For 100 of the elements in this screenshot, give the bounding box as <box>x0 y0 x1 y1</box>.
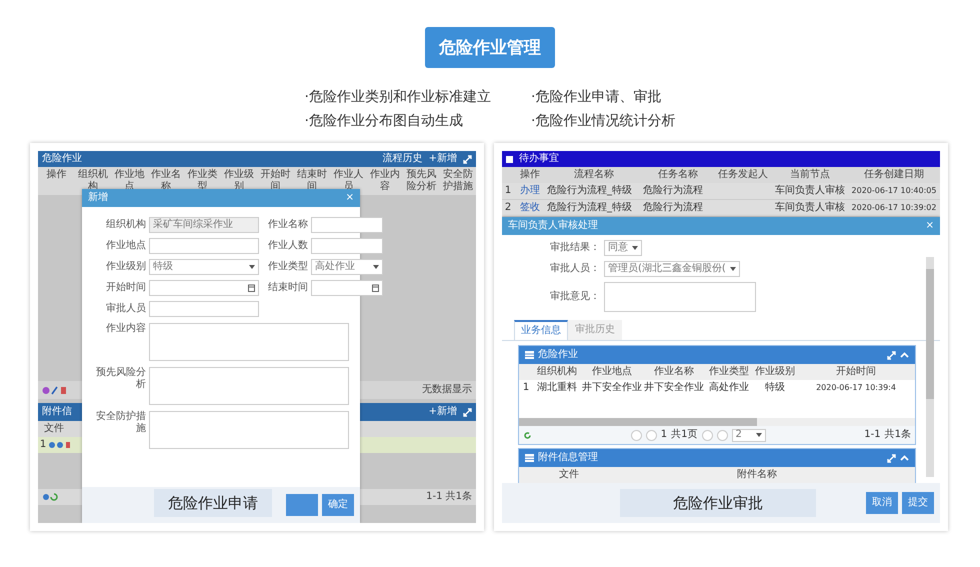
readonly-field[interactable]: 采矿车间综采作业 <box>149 217 259 233</box>
panel-title: 附件信息管理 <box>538 452 598 464</box>
field-label: 审批结果： <box>549 242 600 254</box>
table-cell-text: 车间负责人审核 <box>774 200 846 215</box>
close-button[interactable]: × <box>926 220 934 232</box>
last-page-button[interactable] <box>716 430 728 440</box>
row-action-link[interactable]: 签收 <box>514 200 546 216</box>
text-area[interactable] <box>149 367 349 405</box>
table-cell-text: 2020-06-17 10:39:4 <box>815 382 897 394</box>
close-button[interactable]: × <box>346 192 354 204</box>
dialog-button[interactable]: 取消 <box>866 492 898 514</box>
feature-item: ·危险作业分布图自动生成 <box>304 112 464 130</box>
field-label: 作业类型 <box>267 261 308 273</box>
field-label: 作业级别 <box>105 261 146 273</box>
text-area[interactable] <box>149 323 349 361</box>
column-header: 作业地点 <box>591 364 633 379</box>
table-cell-text: 危险行为流程 <box>642 184 704 198</box>
table-cell-text: 2020-06-17 10:40:05 <box>850 185 938 198</box>
table-cell-text: 危险行为流程_特级 <box>546 200 633 215</box>
column-header: 组织机构 <box>536 364 578 379</box>
table-cell-text: 危险行为流程_特级 <box>546 184 633 198</box>
table-cell-text: 井下安全作业 <box>643 380 705 395</box>
text-area[interactable] <box>604 282 756 312</box>
select-field[interactable]: 高处作业 <box>311 259 383 275</box>
previous-page-button[interactable] <box>646 430 657 440</box>
table-cell-text: 危险行为流程 <box>642 200 704 215</box>
dialog-title: 新增 <box>88 192 108 204</box>
panel-title: 附件信 <box>42 406 72 418</box>
page-size-select[interactable]: 2 <box>732 428 766 442</box>
column-header: 任务创建日期 <box>863 168 925 182</box>
toolbar-button[interactable]: +新增 <box>428 153 457 165</box>
row-number: 1 <box>504 184 512 198</box>
add-button[interactable]: +新增 <box>428 406 457 418</box>
date-field[interactable] <box>311 280 383 296</box>
table-cell-text: 高处作业 <box>708 380 750 395</box>
row-action-icons[interactable] <box>48 441 72 449</box>
caret-icon <box>373 265 379 269</box>
page-count: 共1页 <box>671 429 698 441</box>
field-label: 结束时间 <box>267 282 308 294</box>
column-header: 安全防护措施 <box>442 168 474 194</box>
caption: 危险作业审批 <box>620 489 816 517</box>
record-range: 1-1 <box>864 429 881 441</box>
feature-item: ·危险作业类别和作业标准建立 <box>304 88 491 106</box>
caret-icon <box>249 265 255 269</box>
expand-icon[interactable] <box>887 454 896 462</box>
select-field[interactable]: 同意 <box>604 240 642 256</box>
collapse-icon[interactable] <box>900 350 909 360</box>
table-row[interactable]: 1 办理 危险行为流程_特级 危险行为流程 车间负责人审核 2020-06-17 10:40:05 <box>502 183 940 200</box>
column-header: 作业内容 <box>368 168 401 194</box>
confirm-button[interactable]: 确定 <box>322 494 354 516</box>
toolbar-icons[interactable] <box>42 386 68 394</box>
input-field[interactable] <box>149 301 259 317</box>
field-label: 作业内容 <box>105 323 146 336</box>
field-label: 审批人员： <box>549 263 600 275</box>
dialog-button[interactable]: 提交 <box>902 492 934 514</box>
scrollbar[interactable] <box>519 418 915 426</box>
feature-item: ·危险作业申请、审批 <box>531 88 662 106</box>
input-field[interactable] <box>311 217 383 233</box>
caption: 危险作业申请 <box>154 489 272 517</box>
table-cell-text: 特级 <box>764 380 786 395</box>
table-cell-text: 湖北重料 <box>536 380 578 395</box>
input-field[interactable] <box>311 238 383 254</box>
caret-icon <box>632 246 638 250</box>
column-header: 作业类型 <box>708 364 750 379</box>
table-row[interactable]: 1 湖北重料 井下安全作业 井下安全作业 高处作业 特级 2020-06-17 10:39:4 <box>519 380 915 396</box>
expand-icon[interactable] <box>463 408 472 416</box>
table-row[interactable]: 2 签收 危险行为流程_特级 危险行为流程 车间负责人审核 2020-06-17 10:39:02 <box>502 200 940 217</box>
dialog-title: 车间负责人审核处理 <box>508 220 598 232</box>
scrollbar[interactable] <box>926 257 934 477</box>
toolbar-button[interactable]: 流程历史 <box>382 153 423 165</box>
field-label: 审批意见： <box>549 291 600 303</box>
next-page-button[interactable] <box>702 430 713 440</box>
page-number[interactable]: 1 <box>660 429 668 441</box>
field-label: 作业名称 <box>267 219 308 231</box>
calendar-icon[interactable] <box>248 284 255 292</box>
first-page-button[interactable] <box>630 430 642 440</box>
status-text: 无数据显示 <box>422 384 472 396</box>
select-field[interactable]: 特级 <box>149 259 259 275</box>
expand-icon[interactable] <box>887 350 896 360</box>
tab[interactable]: 业务信息 <box>514 320 568 340</box>
window-title: 危险作业 <box>42 153 82 165</box>
panel-title: 危险作业 <box>538 349 578 361</box>
refresh-icon[interactable] <box>42 493 58 501</box>
row-number: 1 <box>38 438 48 452</box>
select-field[interactable]: 管理员(湖北三鑫金铜股份( <box>604 261 740 277</box>
field-label: 开始时间 <box>105 282 146 294</box>
field-label: 作业人数 <box>267 240 308 252</box>
text-area[interactable] <box>149 411 349 449</box>
table-cell-text: 车间负责人审核 <box>774 184 846 198</box>
expand-icon[interactable] <box>463 154 472 164</box>
tab[interactable]: 审批历史 <box>568 320 622 340</box>
column-header: 操作 <box>519 168 541 182</box>
refresh-icon[interactable] <box>523 430 532 440</box>
date-field[interactable] <box>149 280 259 296</box>
input-field[interactable] <box>149 238 259 254</box>
dialog-button[interactable] <box>286 494 318 516</box>
row-action-link[interactable]: 办理 <box>514 183 546 199</box>
collapse-icon[interactable] <box>900 454 909 462</box>
calendar-icon[interactable] <box>372 284 379 292</box>
pager-text: 1-1 共1条 <box>426 491 472 503</box>
